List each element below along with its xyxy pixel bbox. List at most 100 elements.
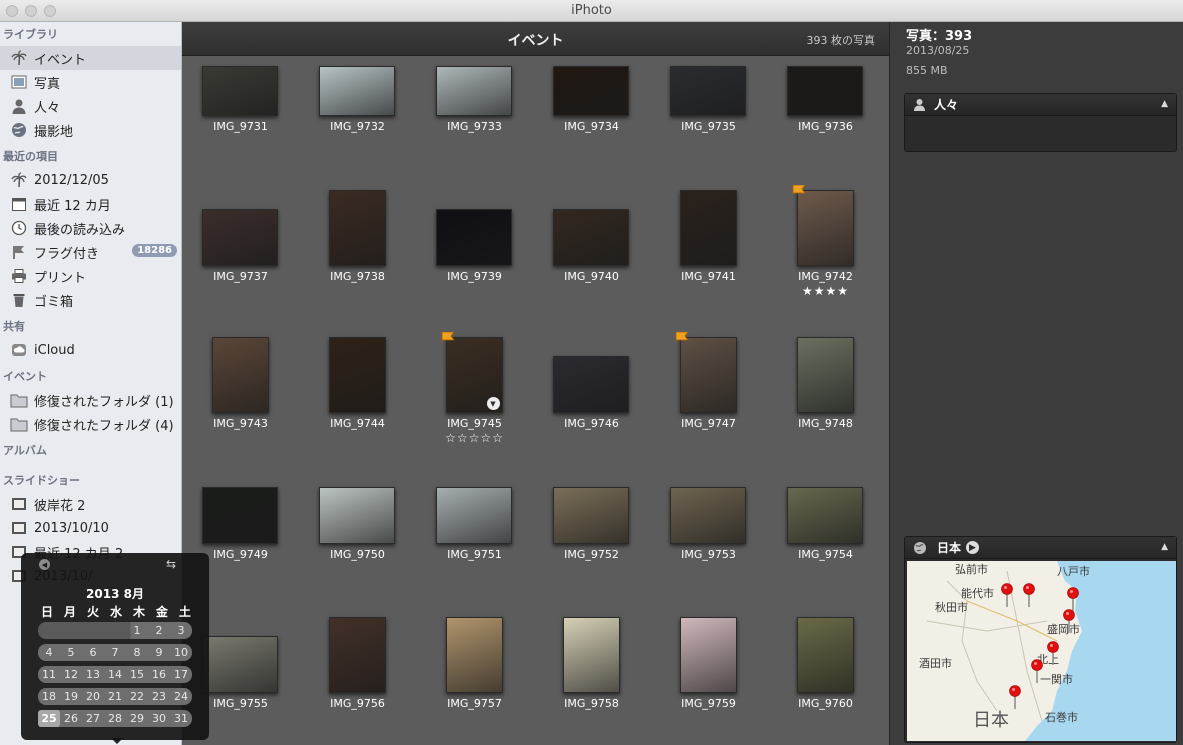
people-panel-header[interactable]: 人々 ▲ (905, 94, 1176, 116)
sidebar-item[interactable]: 最後の読み込み (0, 216, 181, 240)
calendar-day[interactable]: 2 (148, 622, 170, 639)
photo-thumbnail[interactable] (553, 356, 629, 413)
prev-month-icon[interactable]: ◀ (39, 559, 50, 570)
photo-thumbnail[interactable] (679, 337, 737, 413)
photo-icon (10, 73, 28, 91)
people-panel: 人々 ▲ (904, 93, 1177, 152)
calendar-day[interactable]: 30 (148, 710, 170, 727)
calendar-day[interactable]: 19 (60, 688, 82, 705)
calendar-day[interactable]: 7 (104, 644, 126, 661)
photo-thumbnail[interactable] (445, 617, 503, 693)
photo-thumbnail[interactable] (670, 487, 746, 544)
sidebar-item[interactable]: 最近 12 カ月 (0, 192, 181, 216)
map-pin[interactable] (1001, 583, 1013, 607)
map-pin[interactable] (1031, 659, 1043, 683)
window-title: iPhoto (571, 3, 612, 18)
sidebar-item[interactable]: 2013/10/10 (0, 516, 181, 540)
sidebar-item[interactable]: フラグ付き 18286 (0, 240, 181, 264)
photo-rating[interactable]: ☆☆☆☆☆ (416, 431, 533, 445)
calendar-day[interactable]: 18 (38, 688, 60, 705)
photo-rating[interactable]: ★★★★ (767, 284, 884, 298)
collapse-icon[interactable]: ▲ (1161, 542, 1168, 552)
photo-caption: IMG_9743 (213, 417, 268, 430)
photo-thumbnail[interactable] (787, 66, 863, 116)
calendar-day[interactable]: 31 (170, 710, 192, 727)
calendar-day[interactable]: 28 (104, 710, 126, 727)
map-pin[interactable] (1063, 609, 1075, 633)
calendar-day[interactable]: 10 (170, 644, 192, 661)
calendar-day[interactable]: 6 (82, 644, 104, 661)
photo-thumbnail[interactable] (796, 190, 854, 266)
calendar-day[interactable]: 12 (60, 666, 82, 683)
photo-thumbnail[interactable] (328, 617, 386, 693)
sidebar-item[interactable]: iCloud (0, 338, 181, 362)
go-arrow-icon[interactable]: ▶ (966, 541, 980, 554)
sidebar-item[interactable]: 人々 (0, 94, 181, 118)
calendar-day[interactable]: 4 (38, 644, 60, 661)
collapse-icon[interactable]: ▲ (1161, 99, 1168, 109)
photo-thumbnail[interactable] (202, 209, 278, 266)
sidebar-item[interactable]: 修復されたフォルダ (1) (0, 388, 181, 412)
map-panel-header[interactable]: 日本 ▶ ▲ (905, 537, 1176, 559)
calendar-day[interactable]: 13 (82, 666, 104, 683)
calendar-day[interactable]: 27 (82, 710, 104, 727)
calendar-day[interactable]: 9 (148, 644, 170, 661)
photo-thumbnail[interactable] (436, 209, 512, 266)
calendar-day[interactable]: 8 (126, 644, 148, 661)
calendar-day[interactable]: 20 (82, 688, 104, 705)
calendar-day[interactable]: 17 (170, 666, 192, 683)
sidebar-item[interactable]: イベント (0, 46, 181, 70)
photo-thumbnail[interactable] (328, 190, 386, 266)
photo-thumbnail[interactable] (436, 66, 512, 116)
photo-thumbnail[interactable] (328, 337, 386, 413)
map-pin[interactable] (1047, 641, 1059, 665)
calendar-day[interactable]: 22 (126, 688, 148, 705)
photo-thumbnail[interactable] (796, 617, 854, 693)
photo-thumbnail[interactable] (670, 66, 746, 116)
photo-thumbnail[interactable] (679, 190, 737, 266)
calendar-day[interactable]: 5 (60, 644, 82, 661)
calendar-day[interactable]: 21 (104, 688, 126, 705)
photo-thumbnail[interactable] (202, 487, 278, 544)
flag-icon (792, 184, 806, 195)
photo-thumbnail[interactable] (211, 337, 269, 413)
photo-thumbnail[interactable] (553, 66, 629, 116)
photo-thumbnail[interactable] (202, 66, 278, 116)
calendar-day[interactable]: 26 (60, 710, 82, 727)
photo-thumbnail[interactable] (553, 209, 629, 266)
map-pin[interactable] (1067, 587, 1079, 611)
sidebar-item[interactable]: 彼岸花 2 (0, 492, 181, 516)
photo-thumbnail[interactable] (679, 617, 737, 693)
calendar-day[interactable]: 11 (38, 666, 60, 683)
sidebar-item[interactable]: ゴミ箱 (0, 288, 181, 312)
photo-thumbnail[interactable] (553, 487, 629, 544)
calendar-day[interactable]: 3 (170, 622, 192, 639)
calendar-day[interactable]: 16 (148, 666, 170, 683)
photo-thumbnail[interactable] (319, 66, 395, 116)
photo-thumbnail[interactable] (319, 487, 395, 544)
calendar-day[interactable]: 1 (126, 622, 148, 639)
calendar-day[interactable]: 23 (148, 688, 170, 705)
photo-thumbnail[interactable] (796, 337, 854, 413)
sidebar-item[interactable]: 修復されたフォルダ (4) (0, 412, 181, 436)
calendar-day[interactable]: 15 (126, 666, 148, 683)
photo-thumbnail[interactable] (436, 487, 512, 544)
photo-thumbnail[interactable] (202, 636, 278, 693)
swap-arrows-icon[interactable]: ⇆ (166, 557, 176, 571)
sidebar-item-label: iCloud (34, 342, 75, 358)
title-bar: iPhoto (0, 0, 1183, 22)
photo-thumbnail[interactable] (562, 617, 620, 693)
map-pin[interactable] (1009, 685, 1021, 709)
calendar-day[interactable]: 25 (38, 710, 60, 727)
calendar-day[interactable]: 24 (170, 688, 192, 705)
photo-thumbnail[interactable] (787, 487, 863, 544)
sidebar-item[interactable]: 2012/12/05 (0, 168, 181, 192)
calendar-day[interactable]: 29 (126, 710, 148, 727)
sidebar-item[interactable]: 写真 (0, 70, 181, 94)
sidebar-item[interactable]: 撮影地 (0, 118, 181, 142)
calendar-day[interactable]: 14 (104, 666, 126, 683)
map-pin[interactable] (1023, 583, 1035, 607)
photo-menu-icon[interactable]: ▼ (486, 397, 500, 410)
map-view[interactable]: 八戸市 能代市 弘前市 秋田市 盛岡市 酒田市 北上 一関市 日本 石巻市 (907, 561, 1176, 741)
sidebar-item[interactable]: プリント (0, 264, 181, 288)
